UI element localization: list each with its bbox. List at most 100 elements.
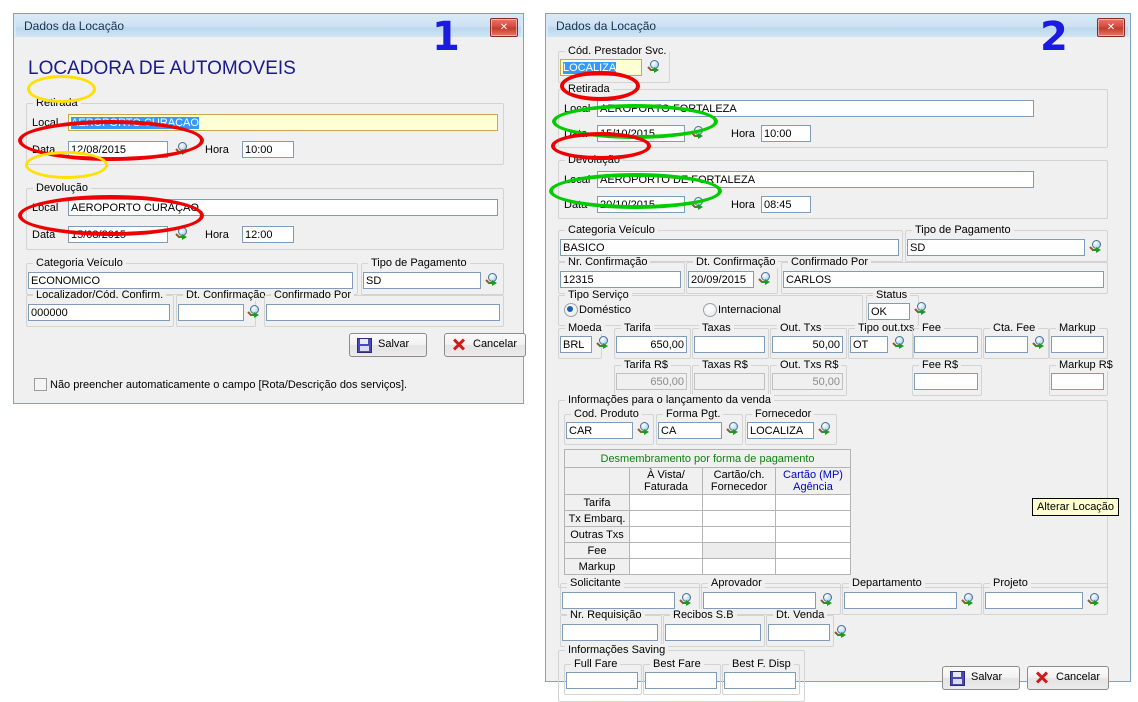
search-icon-dt-confirmacao-2[interactable]: [758, 272, 773, 286]
data-input-devolucao-1[interactable]: 15/08/2015: [68, 226, 168, 243]
group-fee-rs-label: Fee R$: [919, 359, 962, 371]
table-cell[interactable]: [775, 510, 851, 527]
table-cell[interactable]: [702, 526, 776, 543]
projeto-input[interactable]: [985, 592, 1083, 609]
search-icon-data-retirada-1[interactable]: [175, 142, 190, 156]
nr-confirmacao-input[interactable]: 12315: [560, 271, 681, 288]
search-icon-projeto[interactable]: [1087, 593, 1102, 607]
dialog-1-titlebar[interactable]: Dados da Locação ✕: [16, 16, 521, 39]
auto-fill-checkbox[interactable]: [34, 378, 47, 391]
table-cell[interactable]: [629, 494, 703, 511]
best-fare-input[interactable]: [645, 672, 717, 689]
tipo-pagamento-input-1[interactable]: SD: [363, 272, 481, 289]
search-icon-cod-produto[interactable]: [637, 422, 652, 436]
hora-label-devolucao-2: Hora: [731, 199, 755, 211]
close-icon[interactable]: ✕: [490, 18, 518, 37]
local-input-retirada-2[interactable]: AEROPORTO FORTALEZA: [597, 100, 1034, 117]
local-input-retirada-1[interactable]: AEROPORTO CURAÇAO: [68, 114, 498, 131]
desmembramento-table[interactable]: Desmembramento por forma de pagamento À …: [564, 449, 851, 575]
table-cell[interactable]: [702, 494, 776, 511]
table-cell[interactable]: [702, 510, 776, 527]
solicitante-input[interactable]: [562, 592, 675, 609]
search-icon-fornecedor[interactable]: [818, 422, 833, 436]
search-icon-cta-fee[interactable]: [1032, 336, 1047, 350]
save-button-1[interactable]: Salvar: [349, 333, 427, 357]
tipo-out-txs-input[interactable]: OT: [850, 336, 888, 353]
search-icon-tipo-pagamento-1[interactable]: [485, 273, 500, 287]
search-icon-moeda[interactable]: [596, 336, 611, 350]
table-cell[interactable]: [702, 558, 776, 575]
search-icon-solicitante[interactable]: [679, 593, 694, 607]
hora-input-retirada-1[interactable]: 10:00: [242, 141, 294, 158]
out-txs-input[interactable]: 50,00: [772, 336, 843, 353]
markup-input[interactable]: [1051, 336, 1104, 353]
cancel-button-2[interactable]: Cancelar: [1027, 666, 1109, 690]
categoria-input-1[interactable]: ECONOMICO: [28, 272, 353, 289]
search-icon-tipo-pagamento-2[interactable]: [1089, 240, 1104, 254]
dialog-1-window[interactable]: Dados da Locação ✕ LOCADORA DE AUTOMOVEI…: [13, 13, 526, 404]
dialog-2-titlebar[interactable]: Dados da Locação ✕: [548, 16, 1128, 39]
data-input-retirada-1[interactable]: 12/08/2015: [68, 141, 168, 158]
best-f-disp-input[interactable]: [724, 672, 796, 689]
radio-domestico[interactable]: [564, 303, 578, 317]
tipo-pagamento-input-2[interactable]: SD: [907, 239, 1085, 256]
hora-input-devolucao-1[interactable]: 12:00: [242, 226, 294, 243]
cod-produto-input[interactable]: CAR: [566, 422, 633, 439]
search-icon-departamento[interactable]: [961, 593, 976, 607]
table-cell[interactable]: [629, 526, 703, 543]
nr-requisicao-input[interactable]: [562, 624, 658, 641]
local-input-devolucao-1[interactable]: AEROPORTO CURAÇAO: [68, 199, 498, 216]
fee-rs-input[interactable]: [914, 373, 978, 390]
dialog-2-window[interactable]: Dados da Locação ✕ Cód. Prestador Svc. L…: [545, 13, 1131, 702]
table-cell[interactable]: [775, 542, 851, 559]
search-icon-dt-confirmacao-1[interactable]: [247, 305, 262, 319]
close-icon-2[interactable]: ✕: [1097, 18, 1125, 37]
group-categoria-2-label: Categoria Veículo: [565, 224, 658, 236]
cancel-button-1[interactable]: Cancelar: [444, 333, 526, 357]
table-cell[interactable]: [775, 558, 851, 575]
search-icon-forma-pgt[interactable]: [726, 422, 741, 436]
table-cell[interactable]: [629, 558, 703, 575]
dt-confirmacao-input-2[interactable]: 20/09/2015: [688, 271, 754, 288]
taxas-input[interactable]: [694, 336, 765, 353]
moeda-input[interactable]: BRL: [560, 336, 592, 353]
search-icon-aprovador[interactable]: [820, 593, 835, 607]
hora-input-retirada-2[interactable]: 10:00: [761, 125, 811, 142]
cta-fee-input[interactable]: [985, 336, 1028, 353]
dt-venda-input[interactable]: [768, 624, 830, 641]
search-icon-status[interactable]: [914, 302, 929, 316]
confirmado-por-input-2[interactable]: CARLOS: [783, 271, 1104, 288]
fee-input[interactable]: [914, 336, 978, 353]
data-input-devolucao-2[interactable]: 20/10/2015: [597, 196, 685, 213]
radio-internacional[interactable]: [703, 303, 717, 317]
full-fare-input[interactable]: [566, 672, 638, 689]
search-icon-data-devolucao-2[interactable]: [691, 197, 706, 211]
hora-input-devolucao-2[interactable]: 08:45: [761, 196, 811, 213]
departamento-input[interactable]: [844, 592, 957, 609]
categoria-input-2[interactable]: BASICO: [560, 239, 899, 256]
aprovador-input[interactable]: [703, 592, 816, 609]
fornecedor-input[interactable]: LOCALIZA: [747, 422, 814, 439]
markup-rs-input[interactable]: [1051, 373, 1104, 390]
tarifa-input[interactable]: 650,00: [616, 336, 687, 353]
table-cell[interactable]: [629, 510, 703, 527]
dt-confirmacao-input-1[interactable]: [178, 304, 244, 321]
localizador-input-1[interactable]: 000000: [28, 304, 170, 321]
forma-pgt-input[interactable]: CA: [658, 422, 722, 439]
search-icon-tipo-out-txs[interactable]: [892, 336, 907, 350]
cod-prestador-input[interactable]: LOCALIZA: [560, 59, 642, 76]
recibos-input[interactable]: [665, 624, 761, 641]
save-button-2[interactable]: Salvar: [942, 666, 1020, 690]
status-input[interactable]: OK: [868, 303, 910, 320]
search-icon-cod-prestador[interactable]: [647, 60, 662, 74]
search-icon-data-devolucao-1[interactable]: [175, 227, 190, 241]
table-cell[interactable]: [775, 494, 851, 511]
data-input-retirada-2[interactable]: 15/10/2015: [597, 125, 685, 142]
group-best-f-disp-label: Best F. Disp: [729, 658, 794, 670]
table-cell[interactable]: [775, 526, 851, 543]
search-icon-data-retirada-2[interactable]: [691, 126, 706, 140]
local-input-devolucao-2[interactable]: AEROPORTO DE FORTALEZA: [597, 171, 1034, 188]
confirmado-por-input-1[interactable]: [266, 304, 500, 321]
search-icon-dt-venda[interactable]: [834, 625, 849, 639]
table-cell[interactable]: [629, 542, 703, 559]
